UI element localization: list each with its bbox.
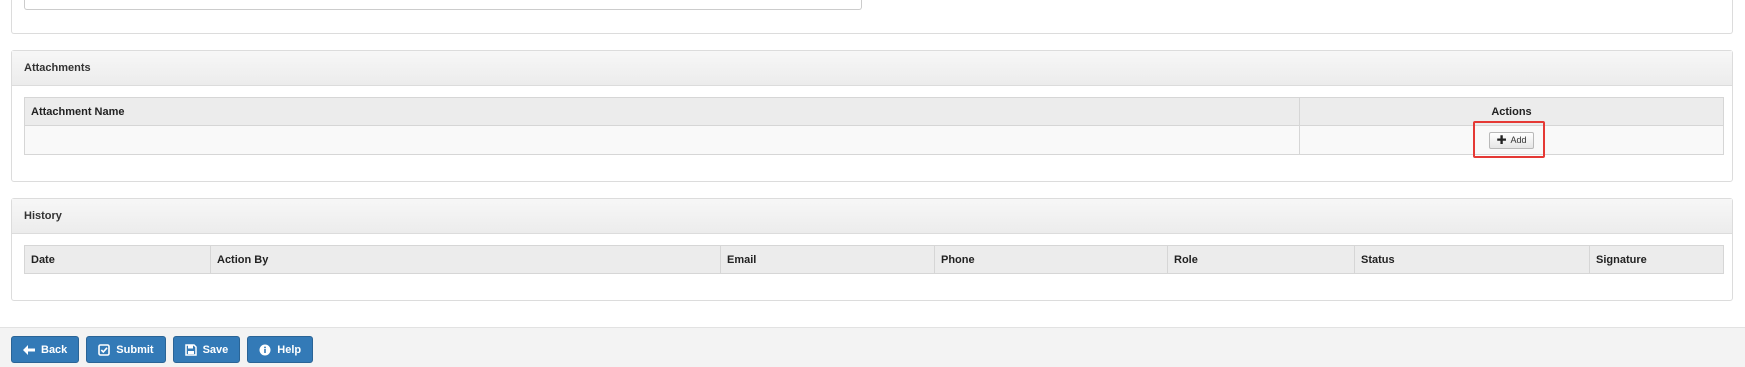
help-button[interactable]: Help xyxy=(247,336,314,363)
arrow-left-icon xyxy=(23,344,35,355)
footer-toolbar: Back Submit Save Help xyxy=(0,327,1745,367)
actions-cell: ✚ Add xyxy=(1299,125,1724,155)
history-panel-title: History xyxy=(12,199,1732,234)
column-header-signature: Signature xyxy=(1589,245,1724,274)
attachment-name-cell xyxy=(24,125,1300,155)
column-header-phone: Phone xyxy=(934,245,1168,274)
submit-button-label: Submit xyxy=(116,343,154,356)
history-panel: History Date Action By Email Phone Role … xyxy=(11,198,1733,301)
attachments-panel-title: Attachments xyxy=(12,51,1732,86)
table-header-row: Date Action By Email Phone Role Status S… xyxy=(24,245,1724,274)
attachments-panel: Attachments Attachment Name Actions ✚ Ad… xyxy=(11,50,1733,182)
info-circle-icon xyxy=(259,344,271,355)
previous-panel xyxy=(11,0,1733,34)
column-header-date: Date xyxy=(24,245,211,274)
submit-button[interactable]: Submit xyxy=(86,336,166,363)
help-button-label: Help xyxy=(277,343,302,356)
add-attachment-button[interactable]: ✚ Add xyxy=(1489,131,1534,149)
save-button[interactable]: Save xyxy=(172,336,241,363)
column-header-email: Email xyxy=(720,245,935,274)
save-button-label: Save xyxy=(202,343,229,356)
add-button-label: Add xyxy=(1510,135,1527,145)
column-header-role: Role xyxy=(1167,245,1355,274)
back-button[interactable]: Back xyxy=(11,336,80,363)
table-header-row: Attachment Name Actions xyxy=(24,97,1724,126)
column-header-action-by: Action By xyxy=(210,245,721,274)
history-table: Date Action By Email Phone Role Status S… xyxy=(24,245,1724,274)
back-button-label: Back xyxy=(41,343,68,356)
column-header-actions: Actions xyxy=(1299,97,1724,126)
column-header-status: Status xyxy=(1354,245,1590,274)
attachments-table: Attachment Name Actions ✚ Add xyxy=(24,97,1724,155)
table-row: ✚ Add xyxy=(24,125,1724,155)
save-icon xyxy=(184,343,197,356)
text-field[interactable] xyxy=(24,0,862,10)
plus-icon: ✚ xyxy=(1496,133,1507,147)
column-header-attachment-name: Attachment Name xyxy=(24,97,1300,126)
check-square-icon xyxy=(98,343,111,356)
